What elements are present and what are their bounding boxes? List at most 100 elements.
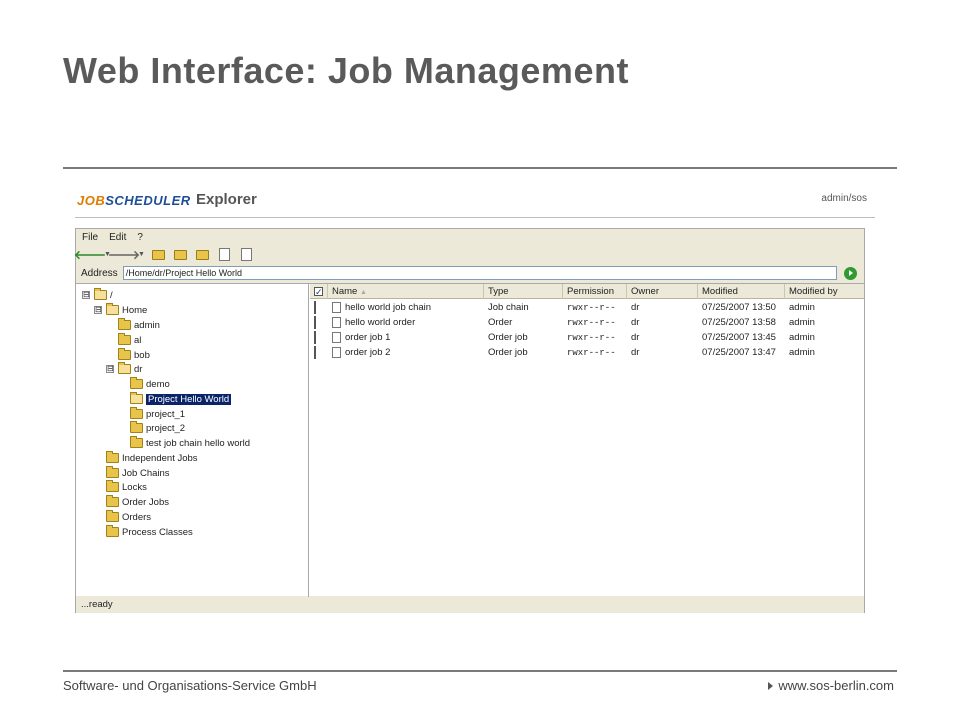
tree-label-selected: Project Hello World	[146, 393, 232, 405]
folder-icon	[130, 377, 143, 389]
tree-item-project-2[interactable]: project_2	[130, 421, 185, 435]
edit-folder-button[interactable]	[194, 247, 210, 263]
forward-button[interactable]: 🡒	[108, 247, 140, 263]
folder-icon	[130, 436, 143, 448]
tree-label: project_1	[146, 408, 186, 420]
col-modified[interactable]: Modified	[698, 284, 785, 299]
tree-label: admin	[134, 319, 160, 331]
cell-type: Order	[488, 317, 513, 328]
folder-tree: ⊟ / ⊟ Home admin al bob ⊟ dr demo Projec…	[76, 284, 309, 597]
folder-open-icon	[118, 362, 131, 374]
tree-label: project_2	[146, 422, 186, 434]
cell-type: Order job	[488, 347, 528, 358]
col-name-label: Name	[332, 286, 358, 297]
content-panes: ⊟ / ⊟ Home admin al bob ⊟ dr demo Projec…	[76, 283, 864, 597]
col-type[interactable]: Type	[484, 284, 563, 299]
row-checkbox[interactable]	[314, 346, 316, 359]
table-row[interactable]: hello world job chain Job chain rwxr--r-…	[310, 300, 864, 315]
tree-item-dr[interactable]: ⊟ dr	[106, 362, 142, 376]
folder-icon	[130, 421, 143, 433]
cell-permission: rwxr--r--	[567, 347, 616, 358]
collapse-icon[interactable]: ⊟	[94, 306, 102, 314]
search-button[interactable]	[238, 247, 254, 263]
footer-url: www.sos-berlin.com	[778, 678, 894, 693]
folder-icon	[106, 525, 119, 537]
select-all-checkbox[interactable]	[314, 285, 323, 300]
search-page-icon	[240, 248, 252, 261]
folder-up-button[interactable]	[150, 247, 166, 263]
bullet-arrow-icon	[768, 681, 774, 690]
tree-item-bob[interactable]: bob	[118, 348, 150, 362]
tree-label: Job Chains	[122, 467, 170, 479]
tree-item-demo[interactable]: demo	[130, 377, 170, 391]
back-icon: 🡐	[73, 248, 107, 262]
tree-item-project-hello-world[interactable]: Project Hello World	[130, 392, 232, 406]
cell-permission: rwxr--r--	[567, 302, 616, 313]
cell-modified: 07/25/2007 13:58	[702, 317, 776, 328]
cell-owner: dr	[631, 347, 640, 358]
col-owner[interactable]: Owner	[627, 284, 698, 299]
cell-type: Order job	[488, 332, 528, 343]
table-row[interactable]: order job 2 Order job rwxr--r-- dr 07/25…	[310, 345, 864, 360]
col-name[interactable]: Name ▲	[328, 284, 484, 299]
tree-item-orders[interactable]: Orders	[106, 510, 151, 524]
row-checkbox[interactable]	[314, 331, 316, 344]
tree-item-project-1[interactable]: project_1	[130, 407, 185, 421]
tree-label: Independent Jobs	[122, 452, 198, 464]
cell-modified: 07/25/2007 13:45	[702, 332, 776, 343]
tree-item-al[interactable]: al	[118, 333, 141, 347]
bottom-divider	[63, 670, 897, 672]
logo-job-text: JOB	[77, 193, 106, 208]
menu-edit[interactable]: Edit	[109, 232, 126, 243]
order-job-icon	[332, 346, 341, 358]
menu-help[interactable]: ?	[137, 232, 143, 243]
jobscheduler-logo: JOBSCHEDULER	[77, 193, 191, 208]
tree-label: al	[134, 334, 142, 346]
new-folder-button[interactable]	[172, 247, 188, 263]
row-checkbox[interactable]	[314, 316, 316, 329]
menu-bar: File Edit ?	[76, 229, 864, 245]
collapse-icon[interactable]: ⊟	[82, 291, 90, 299]
col-permission[interactable]: Permission	[563, 284, 627, 299]
folder-icon	[106, 451, 119, 463]
forward-dropdown-icon[interactable]: ▼	[138, 251, 145, 258]
tree-item-home[interactable]: ⊟ Home	[94, 303, 147, 317]
cell-owner: dr	[631, 332, 640, 343]
tree-item-process-classes[interactable]: Process Classes	[106, 525, 193, 539]
refresh-button[interactable]	[216, 247, 232, 263]
tree-item-job-chains[interactable]: Job Chains	[106, 466, 170, 480]
folder-icon	[106, 480, 119, 492]
tree-item-root[interactable]: ⊟ /	[82, 288, 113, 302]
table-row[interactable]: hello world order Order rwxr--r-- dr 07/…	[310, 315, 864, 330]
folder-open-icon	[130, 392, 143, 404]
back-button[interactable]: 🡐	[74, 247, 106, 263]
tree-label: dr	[134, 363, 143, 375]
user-label: admin/sos	[821, 193, 867, 204]
tree-item-locks[interactable]: Locks	[106, 480, 147, 494]
cell-name: hello world order	[345, 317, 416, 328]
edit-folder-icon	[195, 249, 209, 260]
forward-icon: 🡒	[107, 248, 141, 262]
cell-name: hello world job chain	[345, 302, 432, 313]
row-checkbox[interactable]	[314, 301, 316, 314]
collapse-icon[interactable]: ⊟	[106, 365, 114, 373]
col-modified-by[interactable]: Modified by	[785, 284, 864, 299]
cell-owner: dr	[631, 302, 640, 313]
folder-icon	[130, 407, 143, 419]
menu-file[interactable]: File	[82, 232, 98, 243]
toolbar: 🡐 ▼ 🡒 ▼	[74, 245, 864, 264]
cell-permission: rwxr--r--	[567, 317, 616, 328]
address-input[interactable]: /Home/dr/Project Hello World	[122, 266, 837, 280]
tree-item-test-job-chain[interactable]: test job chain hello world	[130, 436, 250, 450]
footer-website[interactable]: www.sos-berlin.com	[768, 678, 894, 693]
table-row[interactable]: order job 1 Order job rwxr--r-- dr 07/25…	[310, 330, 864, 345]
app-name: Explorer	[196, 191, 257, 208]
cell-modified: 07/25/2007 13:47	[702, 347, 776, 358]
tree-label: test job chain hello world	[146, 437, 251, 449]
go-button[interactable]	[843, 266, 857, 280]
tree-item-order-jobs[interactable]: Order Jobs	[106, 495, 169, 509]
tree-item-independent-jobs[interactable]: Independent Jobs	[106, 451, 198, 465]
tree-item-admin[interactable]: admin	[118, 318, 160, 332]
cell-permission: rwxr--r--	[567, 332, 616, 343]
folder-icon	[106, 495, 119, 507]
